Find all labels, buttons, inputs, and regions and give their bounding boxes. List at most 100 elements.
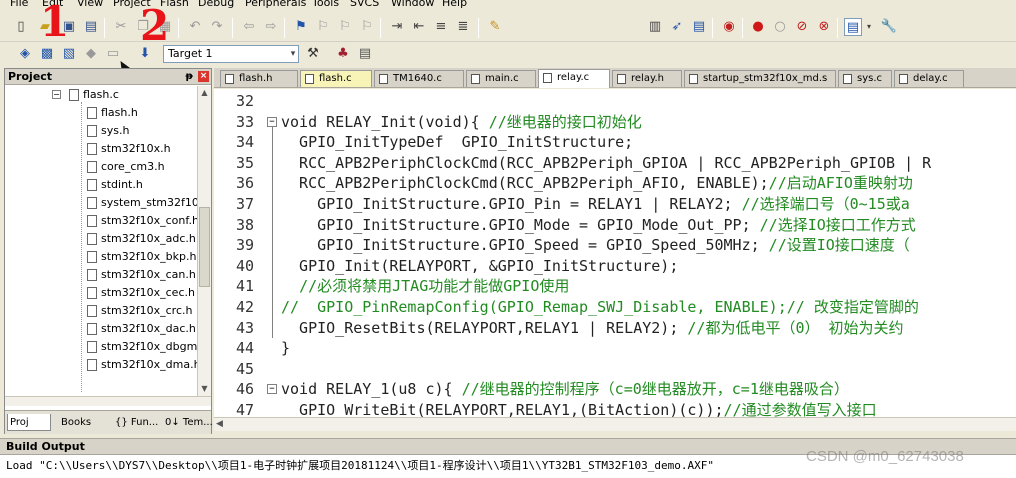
window-layout-icon[interactable]: ▤ — [844, 18, 862, 36]
menu-file[interactable]: File — [10, 0, 28, 10]
code-line[interactable]: 32 — [214, 91, 1016, 112]
tab-flash-h[interactable]: flash.h — [220, 70, 298, 87]
indent-icon[interactable]: ⇥ — [388, 18, 406, 36]
paste-icon[interactable]: ▦ — [156, 18, 174, 36]
find-in-files-icon[interactable]: ✎ — [486, 18, 504, 36]
tree-item[interactable]: sys.h — [5, 122, 199, 140]
bookmark-icon[interactable]: ⚑ — [292, 18, 310, 36]
tab-tm1640-c[interactable]: TM1640.c — [374, 70, 464, 87]
fold-toggle-icon[interactable]: − — [267, 116, 277, 127]
target-select[interactable]: Target 1 — [163, 45, 299, 63]
code-line[interactable]: 33 − void RELAY_Init(void){ //继电器的接口初始化 — [214, 112, 1016, 133]
tree-item-flash-c[interactable]: − flash.c — [5, 86, 199, 104]
tree-item[interactable]: stm32f10x_adc.h — [5, 230, 199, 248]
uncomment-icon[interactable]: ≣ — [454, 18, 472, 36]
code-line[interactable]: 35 RCC_APB2PeriphClockCmd(RCC_APB2Periph… — [214, 153, 1016, 174]
replace-icon[interactable]: ▤ — [690, 18, 708, 36]
save-all-icon[interactable]: ▤ — [82, 18, 100, 36]
scroll-thumb[interactable] — [199, 207, 210, 287]
tab-templates[interactable]: 0↓ Tem... — [163, 414, 213, 431]
pin-icon[interactable]: ᵽ — [186, 69, 193, 84]
chevron-left-icon[interactable]: ◀ — [216, 418, 223, 431]
code-line[interactable]: 46 − void RELAY_1(u8 c){ //继电器的控制程序（c=0继电器… — [214, 379, 1016, 400]
tab-delay-c[interactable]: delay.c — [894, 70, 964, 87]
code-line[interactable]: 45 — [214, 359, 1016, 380]
code-line[interactable]: 38 GPIO_InitStructure.GPIO_Mode = GPIO_M… — [214, 215, 1016, 236]
editor-horizontal-scrollbar[interactable]: ◀ — [214, 417, 1016, 431]
tree-item[interactable]: stm32f10x_dac.h — [5, 320, 199, 338]
new-file-icon[interactable]: ▯ — [12, 18, 30, 36]
tree-item[interactable]: stm32f10x_dma.h — [5, 356, 199, 374]
menu-flash[interactable]: Flash — [160, 0, 189, 10]
menu-svcs[interactable]: SVCS — [350, 0, 379, 10]
nav-forward-icon[interactable]: ⇨ — [262, 18, 280, 36]
tree-item[interactable]: stm32f10x_dbgm — [5, 338, 199, 356]
menu-help[interactable]: Help — [442, 0, 467, 10]
tab-functions[interactable]: {} Fun... — [113, 414, 163, 431]
translate-icon[interactable]: ◈ — [16, 45, 34, 63]
disable-breakpoint-icon[interactable]: ○ — [771, 18, 789, 36]
chevron-up-icon[interactable]: ▲ — [198, 86, 211, 100]
code-line[interactable]: 34 GPIO_InitTypeDef GPIO_InitStructure; — [214, 132, 1016, 153]
redo-icon[interactable]: ↷ — [208, 18, 226, 36]
find-icon[interactable]: ▥ — [646, 18, 664, 36]
project-horizontal-scrollbar[interactable] — [5, 396, 211, 406]
code-line[interactable]: 40 GPIO_Init(RELAYPORT, &GPIO_InitStruct… — [214, 256, 1016, 277]
tree-item[interactable]: stm32f10x_can.h — [5, 266, 199, 284]
menu-view[interactable]: View — [77, 0, 103, 10]
menu-edit[interactable]: Edit — [42, 0, 63, 10]
code-line[interactable]: 36 RCC_APB2PeriphClockCmd(RCC_APB2Periph… — [214, 173, 1016, 194]
tree-item[interactable]: stm32f10x_cec.h — [5, 284, 199, 302]
menu-window[interactable]: Window — [391, 0, 434, 10]
tree-item[interactable]: stm32f10x_crc.h — [5, 302, 199, 320]
batch-build-icon[interactable]: ◆ — [82, 45, 100, 63]
copy-icon[interactable]: ❐ — [134, 18, 152, 36]
kill-breakpoints-icon[interactable]: ⊘ — [793, 18, 811, 36]
tree-item[interactable]: stm32f10x_conf.h — [5, 212, 199, 230]
open-file-icon[interactable]: ▰ — [36, 18, 54, 36]
tab-relay-h[interactable]: relay.h — [612, 70, 682, 87]
tree-item[interactable]: stm32f10x_bkp.h — [5, 248, 199, 266]
comment-icon[interactable]: ≡ — [432, 18, 450, 36]
prev-bookmark-icon[interactable]: ⚐ — [314, 18, 332, 36]
tree-item[interactable]: core_cm3.h — [5, 158, 199, 176]
tab-project[interactable]: Proj — [7, 414, 51, 431]
download-icon[interactable]: ⬇ — [136, 45, 154, 63]
debug-session-icon[interactable]: ◉ — [720, 18, 738, 36]
tree-item[interactable]: stdint.h — [5, 176, 199, 194]
collapse-icon[interactable]: − — [52, 90, 61, 99]
build-icon[interactable]: ▩ — [38, 45, 56, 63]
tab-sys-c[interactable]: sys.c — [838, 70, 892, 87]
manage-components-icon[interactable]: ♣ — [334, 45, 352, 63]
code-line[interactable]: 41 //必须将禁用JTAG功能才能做GPIO使用 — [214, 276, 1016, 297]
unindent-icon[interactable]: ⇤ — [410, 18, 428, 36]
next-bookmark-icon[interactable]: ⚐ — [336, 18, 354, 36]
target-options-icon[interactable]: ⚒ — [304, 45, 322, 63]
save-icon[interactable]: ▣ — [60, 18, 78, 36]
chevron-down-icon[interactable]: ▼ — [198, 382, 211, 396]
breakpoint-icon[interactable]: ● — [749, 18, 767, 36]
tab-relay-c[interactable]: relay.c — [538, 69, 610, 88]
configure-icon[interactable]: 🔧 — [880, 18, 898, 36]
menu-debug[interactable]: Debug — [198, 0, 234, 10]
undo-icon[interactable]: ↶ — [186, 18, 204, 36]
chevron-down-icon[interactable]: ▾ — [864, 18, 874, 36]
code-line[interactable]: 47 GPIO_WriteBit(RELAYPORT,RELAY1,(BitAc… — [214, 400, 1016, 417]
code-line[interactable]: 42 // GPIO_PinRemapConfig(GPIO_Remap_SWJ_… — [214, 297, 1016, 318]
menu-peripherals[interactable]: Peripherals — [245, 0, 306, 10]
chevron-down-icon[interactable]: ▾ — [284, 45, 302, 63]
close-icon[interactable]: × — [198, 71, 209, 82]
project-vertical-scrollbar[interactable]: ▲ ▼ — [197, 86, 211, 396]
code-line[interactable]: 44} — [214, 338, 1016, 359]
menu-tools[interactable]: Tools — [312, 0, 339, 10]
nav-back-icon[interactable]: ⇦ — [240, 18, 258, 36]
tab-startup[interactable]: startup_stm32f10x_md.s — [684, 70, 836, 87]
rebuild-icon[interactable]: ▧ — [60, 45, 78, 63]
fold-toggle-icon[interactable]: − — [267, 384, 277, 395]
cut-icon[interactable]: ✂ — [112, 18, 130, 36]
clear-bookmarks-icon[interactable]: ⚐ — [358, 18, 376, 36]
select-packs-icon[interactable]: ▤ — [356, 45, 374, 63]
code-editor[interactable]: 32 33− void RELAY_Init(void){ //继电器的接口初始化 3… — [214, 89, 1016, 417]
tab-books[interactable]: Books — [59, 414, 111, 431]
tree-item[interactable]: flash.h — [5, 104, 199, 122]
